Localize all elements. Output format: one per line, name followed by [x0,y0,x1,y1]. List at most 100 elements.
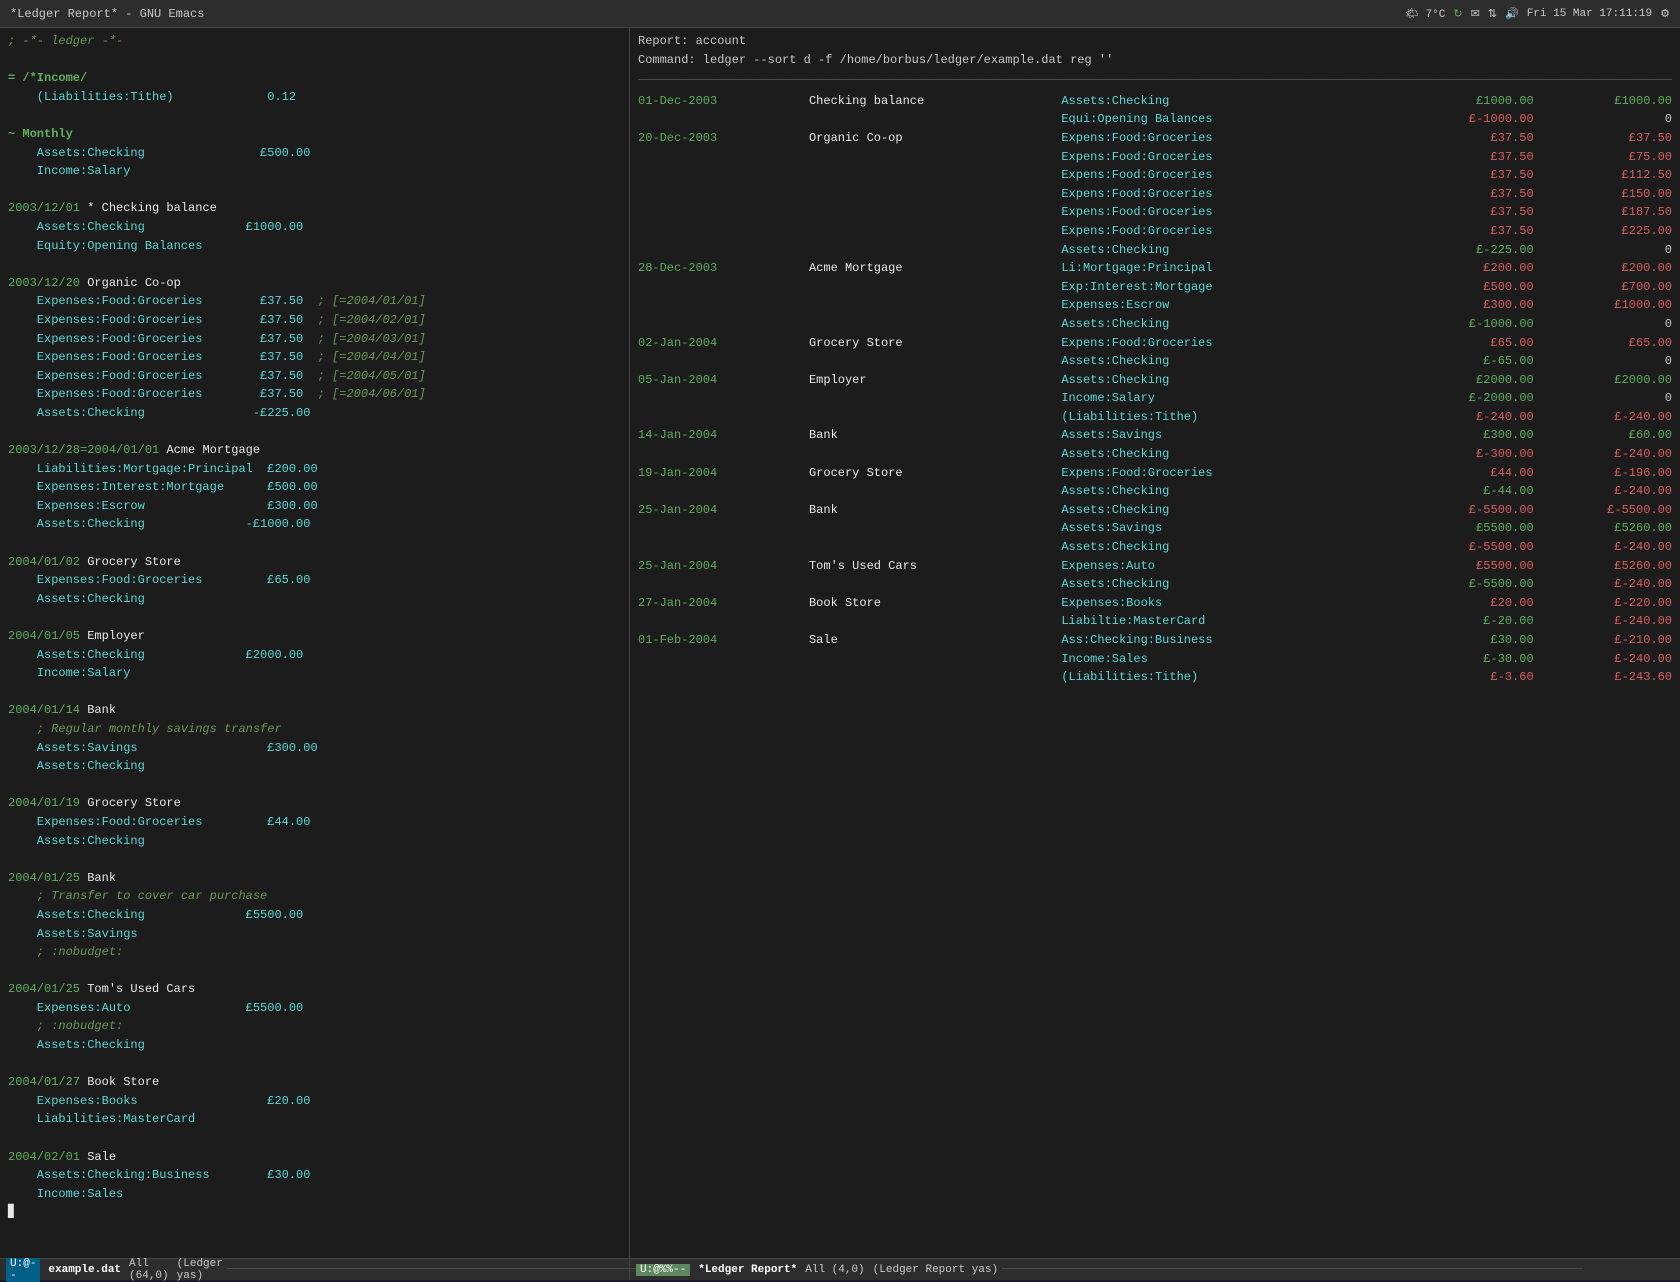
col-amount: £-300.00 [1411,445,1541,464]
col-amount: £37.50 [1411,166,1541,185]
reload-icon[interactable]: ↻ [1453,7,1462,21]
col-balance: £150.00 [1542,185,1672,204]
settings-icon[interactable]: ⚙ [1660,7,1670,21]
account-checking-3: Assets:Checking -£1000.00 [8,517,310,531]
account-checking-2: Assets:Checking -£225.00 [8,406,310,420]
report-row: Assets:Checking £-300.00 £-240.00 [638,445,1672,464]
col-account: Expenses:Escrow [1061,296,1411,315]
report-row: Income:Sales £-30.00 £-240.00 [638,650,1672,669]
report-title: Report: account [638,32,1672,51]
col-amount: £-3.60 [1411,668,1541,687]
col-payee [809,315,1061,334]
col-payee [809,278,1061,297]
report-row: 14-Jan-2004 Bank Assets:Savings £300.00 … [638,426,1672,445]
col-date [638,222,809,241]
col-balance: £-240.00 [1542,538,1672,557]
col-account: Expens:Food:Groceries [1061,203,1411,222]
col-payee [809,296,1061,315]
account-escrow: Expenses:Escrow £300.00 [8,499,318,513]
col-date: 02-Jan-2004 [638,334,809,353]
report-row: Expens:Food:Groceries £37.50 £75.00 [638,148,1672,167]
report-row: Expens:Food:Groceries £37.50 £150.00 [638,185,1672,204]
tx-date-3: 2003/12/28=2004/01/01 Acme Mortgage [8,443,260,457]
account-savings-1: Assets:Savings £300.00 [8,741,318,755]
tx-date-5: 2004/01/05 Employer [8,629,145,643]
col-account: Assets:Savings [1061,426,1411,445]
col-amount: £37.50 [1411,129,1541,148]
col-account: Income:Salary [1061,389,1411,408]
status-info-left: All (64,0) [129,1258,169,1282]
report-row: Assets:Checking £-65.00 0 [638,352,1672,371]
col-balance: £65.00 [1542,334,1672,353]
main-area: ; -*- ledger -*- = /*Income/ (Liabilitie… [0,28,1680,1258]
col-payee [809,203,1061,222]
col-amount: £5500.00 [1411,557,1541,576]
time-display: Fri 15 Mar 17:11:19 [1527,8,1652,20]
col-date: 25-Jan-2004 [638,501,809,520]
col-amount: £-30.00 [1411,650,1541,669]
col-payee [809,612,1061,631]
col-balance: 0 [1542,315,1672,334]
network-icon: ⇅ [1488,7,1497,21]
status-mode2-right: (Ledger Report yas) [873,1264,998,1276]
col-amount: £-5500.00 [1411,501,1541,520]
col-balance: £1000.00 [1542,92,1672,111]
account-checking-business: Assets:Checking:Business £30.00 [8,1168,310,1182]
col-date [638,296,809,315]
account-groceries-8: Expenses:Food:Groceries £44.00 [8,815,310,829]
account-checking-9: Assets:Checking [8,1038,145,1052]
col-amount: £-65.00 [1411,352,1541,371]
col-account: Assets:Savings [1061,519,1411,538]
col-account: Assets:Checking [1061,352,1411,371]
tx-date-2: 2003/12/20 Organic Co-op [8,276,181,290]
col-date [638,203,809,222]
col-date: 27-Jan-2004 [638,594,809,613]
col-payee [809,352,1061,371]
col-payee [809,110,1061,129]
status-mode-right: U:@%%-- [636,1264,690,1276]
col-balance: £60.00 [1542,426,1672,445]
account-income-sales: Income:Sales [8,1187,123,1201]
col-date: 28-Dec-2003 [638,259,809,278]
report-row: 19-Jan-2004 Grocery Store Expens:Food:Gr… [638,464,1672,483]
col-payee [809,408,1061,427]
status-fill-right: ────────────────────────────────────────… [1002,1264,1674,1276]
col-account: Equi:Opening Balances [1061,110,1411,129]
report-divider: ────────────────────────────────────────… [638,71,1672,90]
account-savings-2: Assets:Savings [8,927,138,941]
col-balance: £1000.00 [1542,296,1672,315]
col-date [638,148,809,167]
col-account: Expens:Food:Groceries [1061,334,1411,353]
heading-income: = /*Income/ [8,71,87,85]
status-mode2-left: (Ledger yas) [177,1258,223,1282]
right-pane[interactable]: Report: account Command: ledger --sort d… [630,28,1680,1258]
col-payee: Tom's Used Cars [809,557,1061,576]
title-bar-left: *Ledger Report* - GNU Emacs [10,7,204,21]
account-groceries-7: Expenses:Food:Groceries £65.00 [8,573,310,587]
col-date [638,166,809,185]
report-row: Expens:Food:Groceries £37.50 £112.50 [638,166,1672,185]
col-amount: £30.00 [1411,631,1541,650]
col-account: Expens:Food:Groceries [1061,185,1411,204]
col-balance: £225.00 [1542,222,1672,241]
col-payee: Organic Co-op [809,129,1061,148]
col-account: Ass:Checking:Business [1061,631,1411,650]
col-amount: £-225.00 [1411,241,1541,260]
col-payee [809,482,1061,501]
col-date [638,241,809,260]
col-payee [809,148,1061,167]
account-checking-monthly: Assets:Checking £500.00 [8,146,310,160]
report-row: Expens:Food:Groceries £37.50 £187.50 [638,203,1672,222]
col-amount: £-5500.00 [1411,538,1541,557]
col-payee: Sale [809,631,1061,650]
report-row: 01-Dec-2003 Checking balance Assets:Chec… [638,92,1672,111]
col-balance: £75.00 [1542,148,1672,167]
account-groceries-3: Expenses:Food:Groceries £37.50 ; [=2004/… [8,332,426,346]
col-date [638,445,809,464]
col-date [638,352,809,371]
col-amount: £-44.00 [1411,482,1541,501]
col-account: Assets:Checking [1061,575,1411,594]
left-pane[interactable]: ; -*- ledger -*- = /*Income/ (Liabilitie… [0,28,630,1258]
col-amount: £20.00 [1411,594,1541,613]
status-left: U:@-- example.dat All (64,0) (Ledger yas… [0,1259,630,1280]
